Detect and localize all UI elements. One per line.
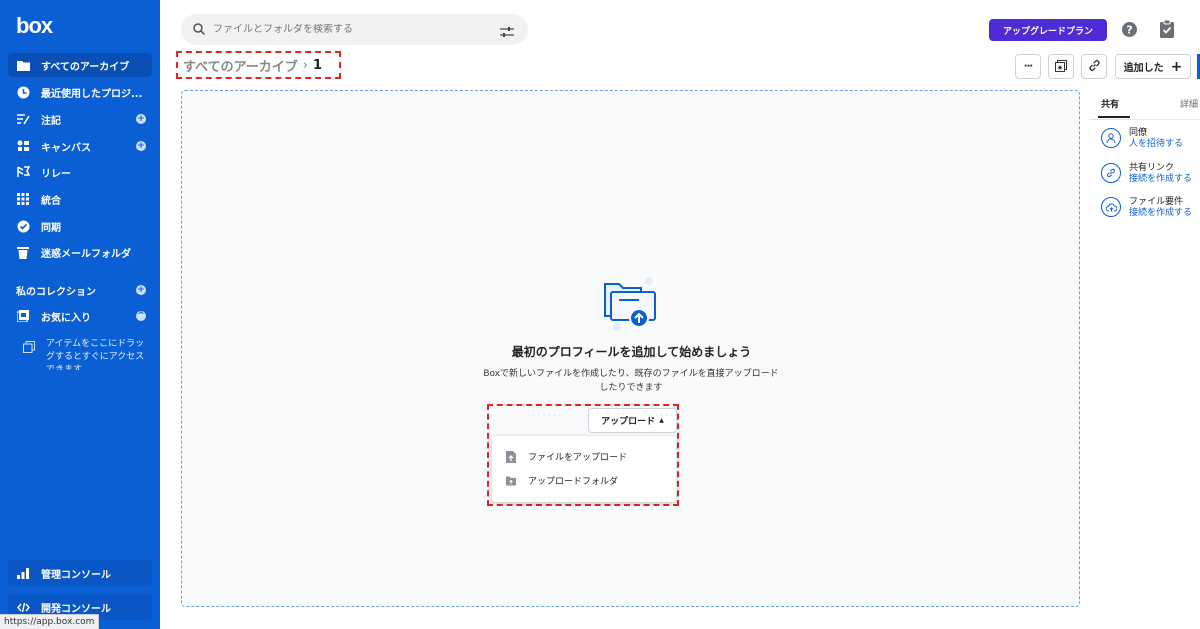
more-dots-icon: ···: [1023, 61, 1033, 72]
check-circle-icon: [16, 219, 30, 233]
add-new-label: 追加した: [1123, 63, 1164, 74]
admin-console-button[interactable]: 管理コンソール: [8, 560, 152, 586]
trash-icon: [16, 245, 30, 259]
share-link-button[interactable]: [1081, 54, 1107, 79]
add-new-button[interactable]: 追加した +: [1115, 54, 1191, 79]
admin-console-label: 管理コンソール: [41, 569, 111, 581]
cloud-upload-icon: [1101, 197, 1121, 217]
file-upload-icon: [506, 450, 516, 463]
canvas-icon: [16, 139, 30, 153]
favorites-empty-text: アイテムをここにドラッグするとすぐにアクセスできます: [46, 339, 145, 370]
upload-menu: ファイルをアップロード アップロードフォルダ: [492, 436, 676, 502]
breadcrumb-current: 1: [313, 57, 323, 73]
sidebar-item-canvas[interactable]: キャンバス +: [8, 134, 152, 158]
add-collection-icon[interactable]: +: [136, 285, 146, 295]
sidebar-item-label: すべてのアーカイブ: [41, 61, 130, 73]
collection-star-icon: [1055, 57, 1067, 76]
favorites-icon: [16, 309, 30, 323]
add-canvas-icon[interactable]: +: [136, 141, 146, 151]
help-icon[interactable]: ?: [1122, 22, 1137, 41]
sidebar-item-recents[interactable]: 最近使用したプロジ...: [8, 80, 152, 104]
bar-chart-icon: [16, 566, 30, 580]
sidebar-tabs: 共有 詳細: [1090, 90, 1200, 120]
menu-item-upload-folder[interactable]: アップロードフォルダ: [506, 474, 618, 487]
upgrade-plan-button[interactable]: アップグレードプラン: [989, 19, 1107, 41]
menu-item-label: アップロードフォルダ: [528, 477, 619, 487]
collections-heading: 私のコレクション: [16, 287, 96, 298]
clipboard-check-icon[interactable]: [1159, 19, 1175, 42]
person-icon: [1101, 128, 1121, 148]
collection-button[interactable]: [1048, 54, 1074, 79]
more-options-button[interactable]: ···: [1015, 54, 1041, 79]
sidebar-item-label: 同期: [41, 222, 61, 234]
breadcrumb: すべてのアーカイブ › 1: [176, 51, 341, 79]
menu-item-upload-file[interactable]: ファイルをアップロード: [506, 450, 627, 463]
sidebar-item-trash[interactable]: 迷惑メールフォルダ: [8, 240, 152, 264]
sidebar-item-label: リレー: [41, 168, 71, 180]
sidebar: box すべてのアーカイブ 最近使用したプロジ... 注記 + キャンバス + …: [0, 0, 160, 629]
sidebar-item-label: 迷惑メールフォルダ: [41, 248, 131, 260]
svg-text:?: ?: [1126, 24, 1132, 37]
filter-sliders-icon[interactable]: [500, 23, 514, 42]
upload-highlight-box: アップロード ▲ ファイルをアップロード アップロードフォルダ: [487, 404, 679, 506]
share-row-shared-link[interactable]: 共有リンク 接続を作成する: [1101, 163, 1192, 185]
row-title: ファイル要件: [1129, 197, 1184, 207]
dev-console-label: 開発コンソール: [41, 603, 111, 615]
code-icon: [16, 600, 30, 614]
link-icon: [1088, 57, 1101, 76]
folder-icon: [16, 58, 30, 72]
create-link-link[interactable]: 接続を作成する: [1129, 174, 1192, 185]
add-note-icon[interactable]: +: [136, 114, 146, 124]
search-input[interactable]: [213, 24, 483, 35]
share-row-collaborators[interactable]: 同僚 人を招待する: [1101, 128, 1183, 150]
clock-icon: [16, 85, 30, 99]
notes-icon: [16, 112, 30, 126]
sidebar-item-notes[interactable]: 注記 +: [8, 107, 152, 131]
folder-upload-icon: [506, 475, 516, 487]
share-row-file-request[interactable]: ファイル要件 接続を作成する: [1101, 197, 1192, 219]
empty-state-title: 最初のプロフィールを追加して始めましょう: [511, 345, 752, 359]
sidebar-item-label: キャンバス: [41, 142, 91, 154]
tab-share[interactable]: 共有: [1101, 97, 1119, 110]
sidebar-item-label: 注記: [41, 115, 61, 127]
sidebar-item-label: 統合: [41, 195, 61, 207]
row-title: 共有リンク: [1129, 163, 1175, 173]
file-drop-area[interactable]: 最初のプロフィールを追加して始めましょう Boxで新しいファイルを作成したり、既…: [181, 90, 1080, 607]
create-request-link[interactable]: 接続を作成する: [1129, 208, 1192, 219]
collapse-favorites-icon[interactable]: ^: [136, 311, 146, 321]
search-icon: [193, 20, 206, 39]
invite-people-link[interactable]: 人を招待する: [1129, 139, 1183, 150]
breadcrumb-root-link[interactable]: すべてのアーカイブ: [183, 56, 298, 75]
caret-up-icon: ▲: [659, 417, 664, 424]
plus-icon: +: [1170, 58, 1183, 75]
sidebar-item-label: お気に入り: [41, 312, 91, 324]
upload-button-label: アップロード: [601, 417, 656, 427]
active-tab-indicator: [1098, 116, 1130, 118]
sidebar-item-all-files[interactable]: すべてのアーカイブ: [8, 53, 152, 77]
box-logo[interactable]: box: [16, 13, 53, 39]
menu-item-label: ファイルをアップロード: [528, 453, 628, 463]
folder-upload-illustration-icon: [603, 276, 659, 336]
tab-details[interactable]: 詳細: [1180, 97, 1198, 110]
sidebar-item-relay[interactable]: リレー: [8, 160, 152, 184]
search-bar[interactable]: [181, 14, 528, 45]
favorites-empty-hint: アイテムをここにドラッグするとすぐにアクセスできます: [22, 338, 152, 370]
sidebar-item-sync[interactable]: 同期: [8, 214, 152, 238]
sidebar-item-integrations[interactable]: 統合: [8, 187, 152, 211]
sidebar-item-label: 最近使用したプロジ...: [41, 88, 143, 100]
relay-icon: [16, 165, 30, 179]
sidebar-item-favorites[interactable]: お気に入り ^: [8, 304, 152, 328]
row-title: 同僚: [1129, 128, 1148, 138]
drag-placeholder-icon: [22, 340, 36, 354]
grid-icon: [16, 192, 30, 206]
upload-button[interactable]: アップロード ▲: [588, 408, 677, 433]
link-icon: [1101, 163, 1121, 183]
status-bar-url: https://app.box.com: [0, 614, 100, 629]
breadcrumb-separator: ›: [302, 57, 308, 73]
empty-state-description: Boxで新しいファイルを作成したり、既存のファイルを直接アップロードしたりできま…: [483, 369, 779, 393]
